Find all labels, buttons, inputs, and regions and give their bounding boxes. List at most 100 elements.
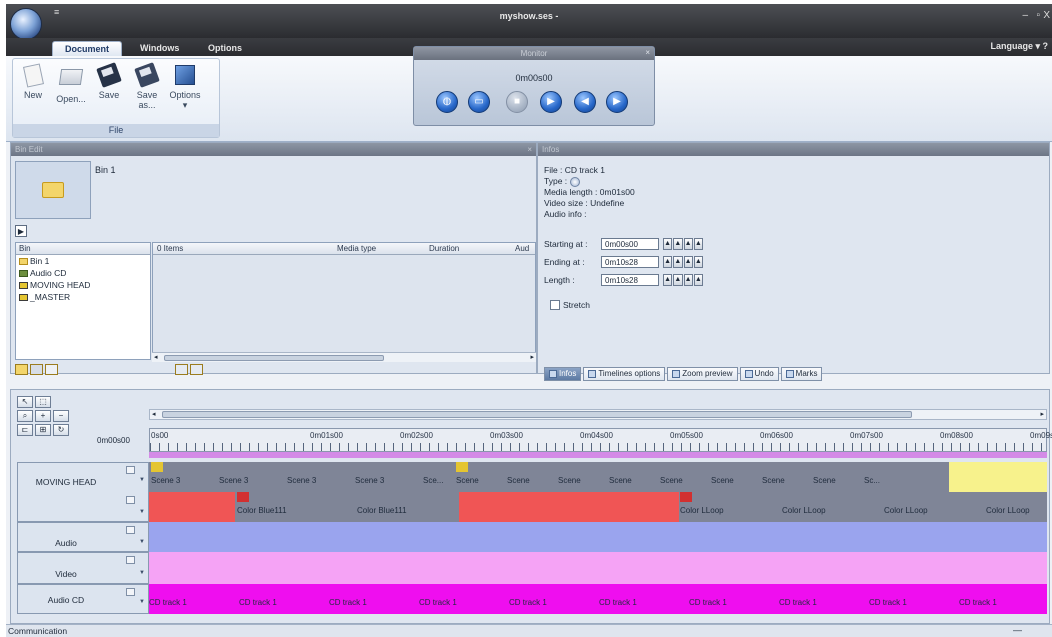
save-as-button[interactable]: Save as...: [129, 62, 165, 110]
tab-infos[interactable]: Infos: [544, 367, 582, 381]
bin-play-button[interactable]: ▶: [15, 225, 27, 237]
options-icon: [174, 65, 196, 87]
scroll-left-icon[interactable]: ◂: [154, 353, 158, 361]
col-media-type[interactable]: Media type: [337, 243, 376, 255]
tab-zoom-preview[interactable]: Zoom preview: [667, 367, 738, 381]
minimize-button[interactable]: –: [1022, 10, 1028, 21]
lane-moving-head-colors[interactable]: Color Blue111 Color Blue111 Color LLoop Col…: [149, 492, 1047, 522]
tree-item-moving-head[interactable]: MOVING HEAD: [16, 279, 150, 291]
globe-icon[interactable]: ◍: [436, 91, 458, 113]
tree-item-master[interactable]: _MASTER: [16, 291, 150, 303]
folder-icon: [42, 182, 64, 198]
track-arrow-icon[interactable]: ▼: [139, 570, 145, 576]
stretch-checkbox[interactable]: [550, 300, 560, 310]
fit-icon[interactable]: ⊞: [35, 424, 51, 436]
track-header-audio-cd[interactable]: Audio CD ▼: [17, 584, 149, 614]
track-arrow-icon[interactable]: ▼: [139, 477, 145, 483]
range-tool-icon[interactable]: ⬚: [35, 396, 51, 408]
col-duration[interactable]: Duration: [429, 243, 459, 255]
bin-thumbnail[interactable]: [15, 161, 91, 219]
track-header-moving-head[interactable]: MOVING HEAD ▼ ▼: [17, 462, 149, 522]
tree-item-label: Bin 1: [30, 256, 50, 266]
tab-timelines-options[interactable]: Timelines options: [583, 367, 666, 381]
timeline-scroll-thumb[interactable]: [162, 411, 912, 418]
cd-clip-label: CD track 1: [239, 598, 277, 607]
col-items[interactable]: 0 Items: [157, 243, 183, 255]
col-aud[interactable]: Aud: [515, 243, 529, 255]
monitor-close-icon[interactable]: ×: [645, 48, 650, 57]
ending-at-field[interactable]: 0m10s28: [601, 256, 659, 268]
bin-tree-header[interactable]: Bin: [16, 243, 150, 255]
tab-marks[interactable]: Marks: [780, 367, 823, 381]
monitor-window: Monitor × 0m00s00 ◍ ▭ ■ ▶ ◀ ▶: [413, 46, 655, 126]
tab-undo[interactable]: Undo: [739, 367, 779, 381]
red-clip[interactable]: [459, 492, 679, 522]
track-arrow-icon[interactable]: ▼: [139, 539, 145, 545]
length-stepper[interactable]: ▲ ▲ ▲ ▲: [663, 274, 703, 286]
remove-bin-icon[interactable]: [45, 364, 58, 375]
timeline-scrollbar[interactable]: ◂ ▸: [149, 409, 1047, 420]
select-tool-icon[interactable]: ↖: [17, 396, 33, 408]
options-button[interactable]: Options ▾: [167, 65, 203, 110]
thumbnail-view-icon[interactable]: [175, 364, 189, 375]
ruler-tick-label: 0m01s00: [310, 431, 343, 440]
new-button[interactable]: New: [15, 63, 51, 100]
monitor-title[interactable]: Monitor: [414, 47, 654, 60]
close-button[interactable]: X: [1043, 10, 1050, 21]
scroll-left-icon[interactable]: ◂: [152, 410, 156, 418]
red-clip[interactable]: [149, 492, 235, 522]
scroll-right-icon[interactable]: ▸: [530, 353, 534, 361]
playhead-bar[interactable]: [149, 452, 1047, 458]
yellow-clip[interactable]: [949, 462, 1047, 492]
scroll-right-icon[interactable]: ▸: [1040, 410, 1044, 418]
track-toggle-icon[interactable]: [126, 466, 135, 474]
language-menu[interactable]: Language ▾ ?: [990, 41, 1048, 52]
tree-item-bin1[interactable]: Bin 1: [16, 255, 150, 267]
ending-at-stepper[interactable]: ▲ ▲ ▲ ▲: [663, 256, 703, 268]
open-bin-icon[interactable]: [30, 364, 43, 375]
color-clip-label: Color LLoop: [986, 506, 1030, 515]
new-file-icon: [22, 63, 44, 88]
play-icon[interactable]: ▶: [540, 91, 562, 113]
snap-icon[interactable]: ⊏: [17, 424, 33, 436]
track-toggle-icon[interactable]: [126, 496, 135, 504]
track-toggle-icon[interactable]: [126, 526, 135, 534]
list-view-icon[interactable]: [190, 364, 204, 375]
clip-marker-icon: [237, 492, 249, 502]
lane-video[interactable]: [149, 552, 1047, 584]
track-arrow-icon[interactable]: ▼: [139, 599, 145, 605]
starting-at-field[interactable]: 0m00s00: [601, 238, 659, 250]
track-arrow-icon[interactable]: ▼: [139, 509, 145, 515]
save-button[interactable]: Save: [91, 62, 127, 100]
cd-clip-label: CD track 1: [329, 598, 367, 607]
zoom-tool-icon[interactable]: ⌕: [17, 410, 33, 422]
next-icon[interactable]: ▶: [606, 91, 628, 113]
bin-panel-close-icon[interactable]: ×: [527, 143, 532, 156]
track-header-audio[interactable]: Audio ▼: [17, 522, 149, 552]
time-ruler[interactable]: 0s00 0m01s00 0m02s00 0m03s00 0m04s00 0m05s00 0…: [149, 428, 1052, 452]
lane-moving-head-scenes[interactable]: Scene 3 Scene 3 Scene 3 Scene 3 Sce... Scene S…: [149, 462, 1047, 492]
prev-icon[interactable]: ◀: [574, 91, 596, 113]
display-icon[interactable]: ▭: [468, 91, 490, 113]
restore-button[interactable]: ▫: [1036, 10, 1040, 21]
track-toggle-icon[interactable]: [126, 556, 135, 564]
lane-audio[interactable]: [149, 522, 1047, 552]
tab-document[interactable]: Document: [52, 41, 122, 56]
zoom-out-icon[interactable]: −: [53, 410, 69, 422]
tree-item-audio-cd[interactable]: Audio CD: [16, 267, 150, 279]
track-header-video[interactable]: Video ▼: [17, 552, 149, 584]
length-field[interactable]: 0m10s28: [601, 274, 659, 286]
track-toggle-icon[interactable]: [126, 588, 135, 596]
tab-options[interactable]: Options: [202, 41, 248, 56]
open-button[interactable]: Open...: [53, 65, 89, 104]
new-bin-icon[interactable]: [15, 364, 28, 375]
loop-icon[interactable]: ↻: [53, 424, 69, 436]
zoom-in-icon[interactable]: +: [35, 410, 51, 422]
starting-at-stepper[interactable]: ▲ ▲ ▲ ▲: [663, 238, 703, 250]
bin-list-scrollbar[interactable]: ◂ ▸: [152, 352, 536, 362]
tab-windows[interactable]: Windows: [134, 41, 185, 56]
stop-icon[interactable]: ■: [506, 91, 528, 113]
info-type-label: Type :: [544, 176, 568, 186]
scroll-thumb[interactable]: [164, 355, 384, 361]
lane-audio-cd[interactable]: CD track 1 CD track 1 CD track 1 CD track 1…: [149, 584, 1047, 614]
